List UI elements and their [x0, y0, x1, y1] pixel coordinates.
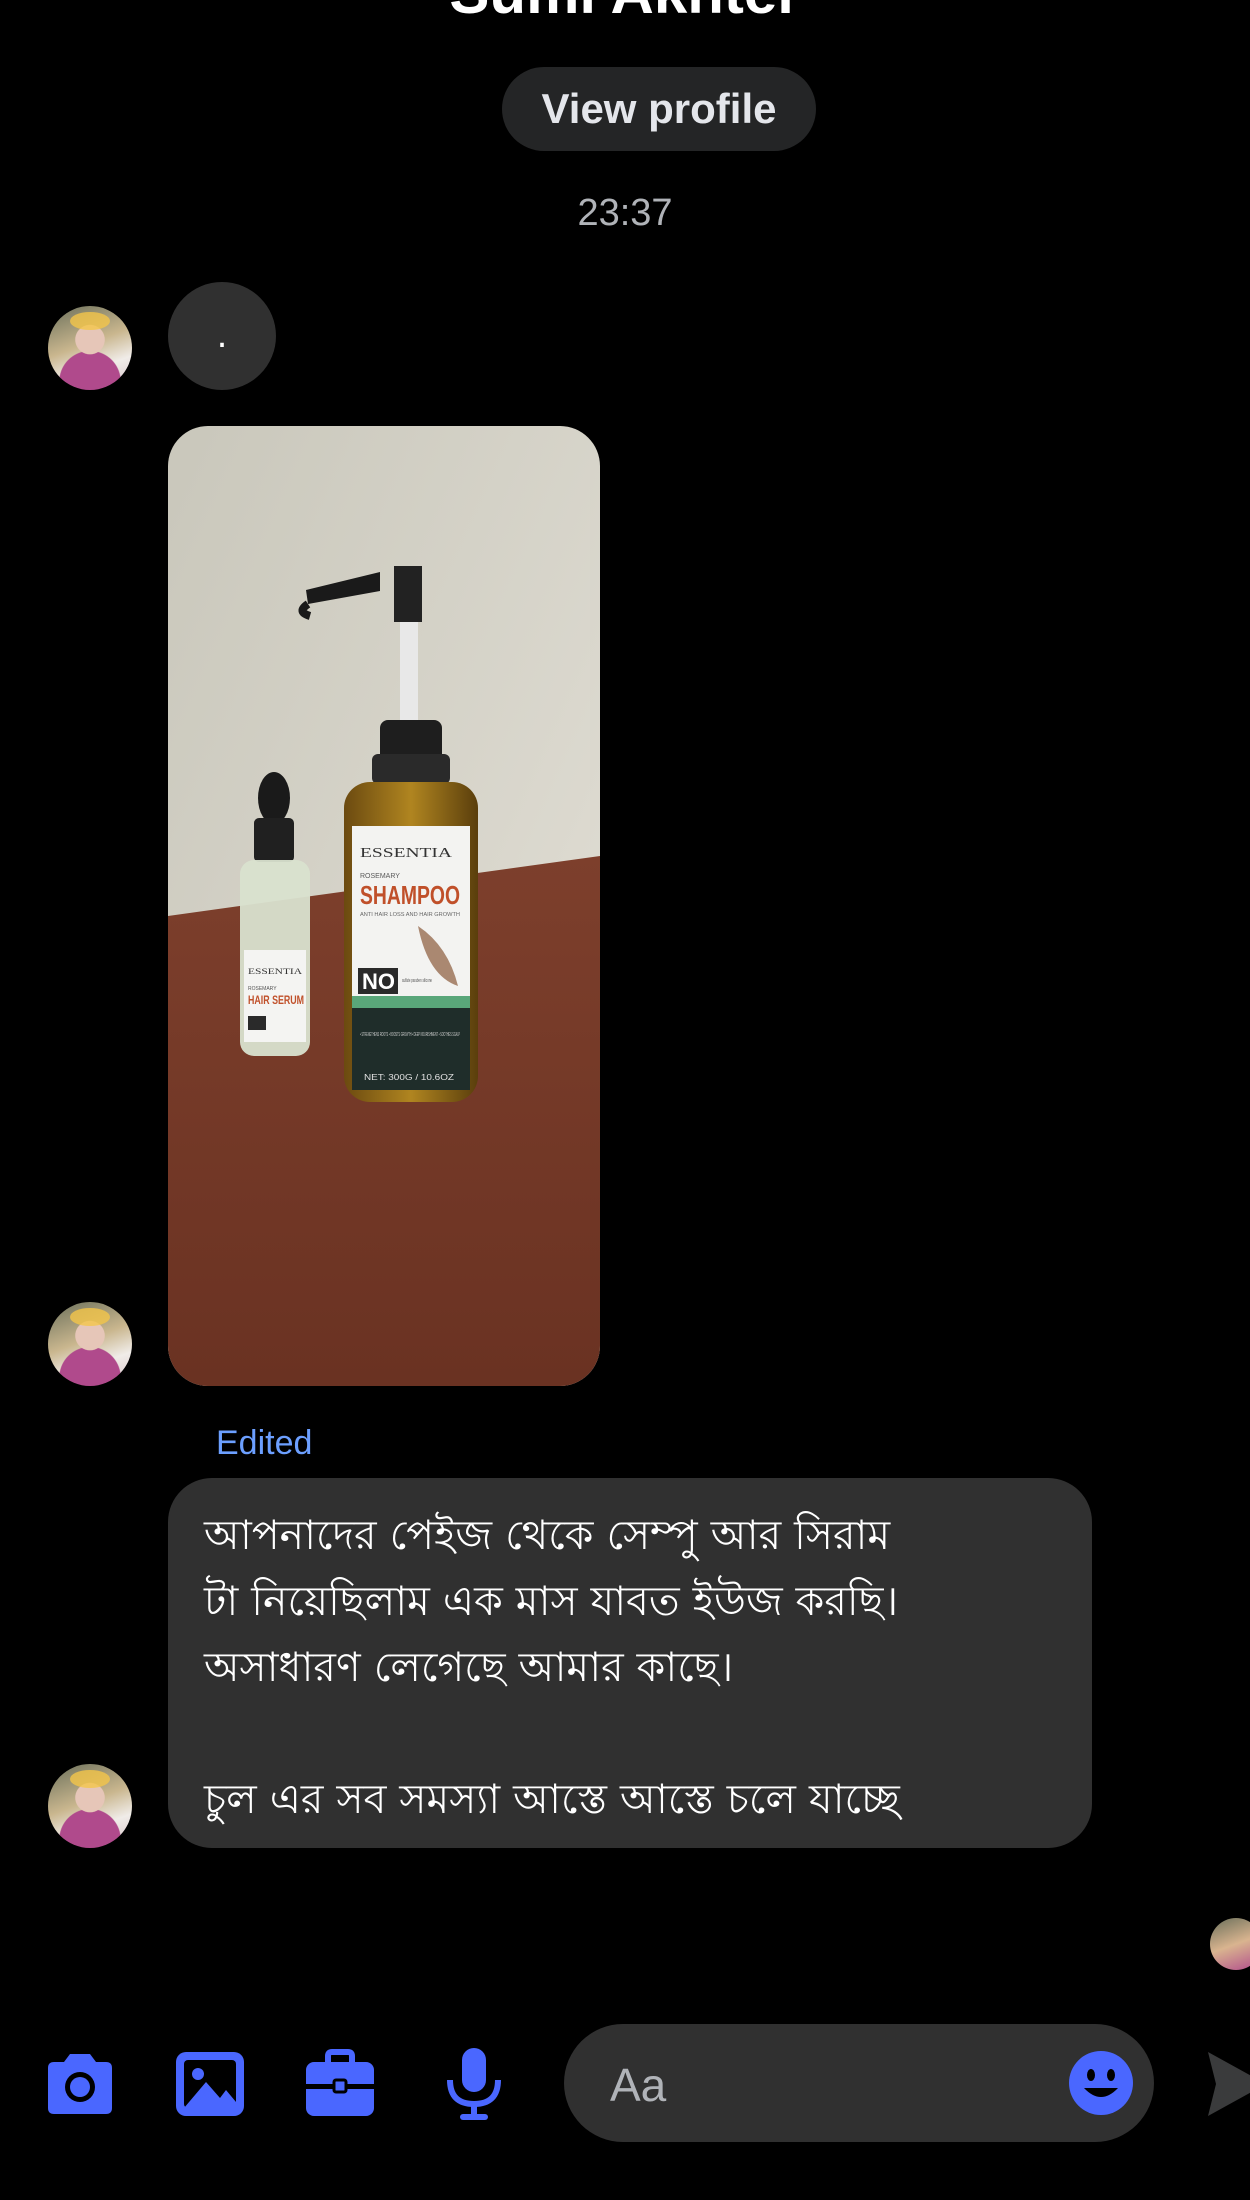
- avatar[interactable]: [48, 306, 132, 390]
- emoji-icon[interactable]: [1068, 2050, 1134, 2116]
- product-photo: ROSEMARY SHAMPOO ESSENTIA ANTI HAIR LOSS…: [168, 426, 600, 1386]
- photo-message[interactable]: ROSEMARY SHAMPOO ESSENTIA ANTI HAIR LOSS…: [168, 426, 600, 1386]
- avatar[interactable]: [48, 1764, 132, 1848]
- shampoo-line-text: ROSEMARY: [360, 873, 400, 880]
- message-bubble-dot[interactable]: .: [168, 282, 276, 390]
- avatar[interactable]: [48, 1302, 132, 1386]
- message-line: টা নিয়েছিলাম এক মাস যাবত ইউজ করছি।: [204, 1577, 899, 1625]
- brand-text: ESSENTIA: [360, 846, 453, 861]
- shampoo-name-text: SHAMPOO: [360, 880, 460, 910]
- image-icon[interactable]: [172, 2046, 248, 2122]
- message-line: চুল এর সব সমস্যা আস্তে আস্তে চলে যাচ্ছে: [204, 1775, 900, 1823]
- briefcase-icon[interactable]: [302, 2046, 378, 2122]
- message-input-placeholder: Aa: [610, 2059, 667, 2111]
- benefits-text: • STRENGTHENS ROOTS • BOOSTS GROWTH • DE…: [360, 1032, 460, 1038]
- message-line: অসাধারণ লেগেছে আমার কাছে।: [204, 1643, 734, 1691]
- send-icon[interactable]: [1206, 2046, 1250, 2122]
- serum-name-text: HAIR SERUM: [248, 993, 304, 1007]
- view-profile-button[interactable]: View profile: [502, 67, 816, 151]
- net-weight-text: NET: 300G / 10.6OZ: [364, 1073, 454, 1082]
- seen-receipt-avatar: [1210, 1918, 1250, 1970]
- message-line-blank: [204, 1700, 1056, 1766]
- message-bubble[interactable]: আপনাদের পেইজ থেকে সেম্পু আর সিরাম টা নিয…: [168, 1478, 1092, 1848]
- message-line: আপনাদের পেইজ থেকে সেম্পু আর সিরাম: [204, 1511, 891, 1559]
- contact-name: Sumi Akhter: [0, 0, 1250, 27]
- no-list-text: sulfate paraben silicone: [402, 978, 432, 984]
- serum-line-text: ROSEMARY: [248, 986, 277, 992]
- message-timestamp: 23:37: [577, 192, 673, 234]
- no-label-text: NO: [362, 969, 395, 994]
- message-input[interactable]: Aa: [564, 2024, 1154, 2142]
- serum-brand-text: ESSENTIA: [248, 967, 302, 976]
- shampoo-tagline-text: ANTI HAIR LOSS AND HAIR GROWTH: [360, 912, 460, 918]
- camera-icon[interactable]: [42, 2046, 118, 2122]
- microphone-icon[interactable]: [436, 2046, 512, 2122]
- edited-label: Edited: [216, 1424, 313, 1462]
